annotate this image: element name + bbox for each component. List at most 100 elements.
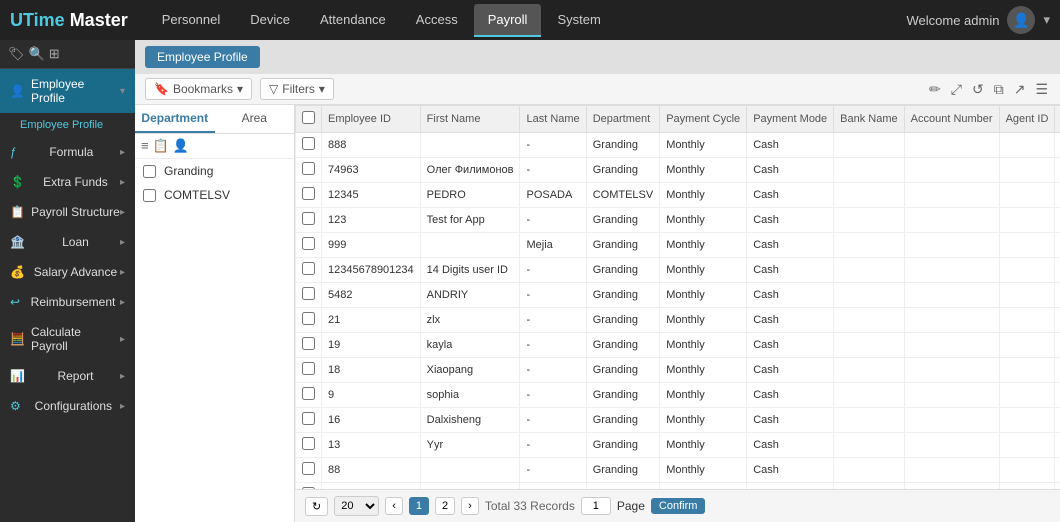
- page-jump-input[interactable]: [581, 497, 611, 515]
- row-checkbox[interactable]: [296, 358, 322, 383]
- row-employee-id[interactable]: 888: [322, 133, 421, 158]
- sidebar-item-salary-advance[interactable]: 💰 Salary Advance ▸: [0, 257, 135, 287]
- welcome-text: Welcome admin: [907, 13, 1000, 28]
- sidebar-salary-advance-arrow: ▸: [120, 267, 125, 278]
- row-checkbox[interactable]: [296, 308, 322, 333]
- dropdown-arrow-icon[interactable]: ▾: [1043, 12, 1050, 28]
- confirm-btn[interactable]: Confirm: [651, 498, 706, 514]
- prev-page-btn[interactable]: ‹: [385, 497, 403, 515]
- row-checkbox[interactable]: [296, 333, 322, 358]
- select-all-checkbox[interactable]: [302, 111, 315, 124]
- panel-area: Department Area ≡ 📋 👤 Granding COMTELSV: [135, 105, 1060, 522]
- row-employee-id[interactable]: 12345678901234: [322, 258, 421, 283]
- row-checkbox[interactable]: [296, 433, 322, 458]
- row-mode: Cash: [747, 158, 834, 183]
- row-checkbox[interactable]: [296, 158, 322, 183]
- row-checkbox[interactable]: [296, 383, 322, 408]
- sidebar-item-extra-funds[interactable]: 💲 Extra Funds ▸: [0, 167, 135, 197]
- sidebar-loan-arrow: ▸: [120, 237, 125, 248]
- row-employee-id[interactable]: 999: [322, 233, 421, 258]
- sidebar-sub-employee-profile[interactable]: Employee Profile: [0, 113, 135, 137]
- dept-granding-checkbox[interactable]: [143, 165, 156, 178]
- table-row: 9 sophia - Granding Monthly Cash ✎: [296, 383, 1060, 408]
- dept-granding[interactable]: Granding: [135, 159, 294, 183]
- user-avatar[interactable]: 👤: [1007, 6, 1035, 34]
- dept-comtelsv-checkbox[interactable]: [143, 189, 156, 202]
- sidebar-item-report[interactable]: 📊 Report ▸: [0, 361, 135, 391]
- refresh-pagination-btn[interactable]: ↻: [305, 497, 328, 516]
- tab-department[interactable]: Department: [135, 105, 215, 133]
- row-employee-id[interactable]: 5482: [322, 283, 421, 308]
- table-row: 999 Mejia Granding Monthly Cash ✎: [296, 233, 1060, 258]
- list-icon[interactable]: ≡: [141, 138, 149, 154]
- sidebar-item-formula[interactable]: ƒ Formula ▸: [0, 137, 135, 167]
- table-row: 74963 Олег Филимонов - Granding Monthly …: [296, 158, 1060, 183]
- tab-area[interactable]: Area: [215, 105, 295, 133]
- row-checkbox[interactable]: [296, 133, 322, 158]
- page-1-btn[interactable]: 1: [409, 497, 429, 515]
- sidebar-item-employee-profile[interactable]: 👤 Employee Profile ▾: [0, 69, 135, 113]
- sidebar-item-configurations[interactable]: ⚙ Configurations ▸: [0, 391, 135, 421]
- search-icon[interactable]: 🔍: [29, 46, 45, 62]
- sidebar-extra-funds-arrow: ▸: [120, 177, 125, 188]
- row-cycle: Monthly: [660, 333, 747, 358]
- tag-icon[interactable]: 🏷: [8, 46, 25, 62]
- row-checkbox[interactable]: [296, 183, 322, 208]
- sidebar-item-calculate-payroll[interactable]: 🧮 Calculate Payroll ▸: [0, 317, 135, 361]
- sidebar: 🏷 🔍 ⊞ 👤 Employee Profile ▾ Employee Prof…: [0, 40, 135, 522]
- row-agent-id: [999, 408, 1055, 433]
- table-row: 16 Dalxisheng - Granding Monthly Cash ✎: [296, 408, 1060, 433]
- refresh-toolbar-icon[interactable]: ↺: [970, 79, 986, 100]
- nav-attendance[interactable]: Attendance: [306, 4, 400, 37]
- per-page-select[interactable]: 20 50 100: [334, 496, 379, 516]
- next-page-btn[interactable]: ›: [461, 497, 479, 515]
- row-employee-id[interactable]: 21: [322, 308, 421, 333]
- row-employee-id[interactable]: 19: [322, 333, 421, 358]
- row-checkbox[interactable]: [296, 283, 322, 308]
- tab-employee-profile[interactable]: Employee Profile: [145, 46, 260, 68]
- row-employee-id[interactable]: 88: [322, 458, 421, 483]
- edit-toolbar-icon[interactable]: ✏: [927, 79, 943, 100]
- export-toolbar-icon[interactable]: ↗: [1012, 79, 1028, 100]
- grid-panel-icon[interactable]: 📋: [153, 138, 169, 154]
- filters-button[interactable]: ▽ Filters ▾: [260, 78, 334, 100]
- row-employee-id[interactable]: 123: [322, 208, 421, 233]
- row-checkbox[interactable]: [296, 258, 322, 283]
- row-employee-id[interactable]: 9: [322, 383, 421, 408]
- row-agent-account: [1055, 433, 1060, 458]
- nav-personnel[interactable]: Personnel: [148, 4, 235, 37]
- row-last-name: -: [520, 258, 586, 283]
- sidebar-item-reimbursement[interactable]: ↩ Reimbursement ▸: [0, 287, 135, 317]
- loan-icon: 🏦: [10, 235, 25, 249]
- sidebar-item-payroll-structure[interactable]: 📋 Payroll Structure ▸: [0, 197, 135, 227]
- duplicate-toolbar-icon[interactable]: ⧉: [992, 79, 1006, 100]
- nav-device[interactable]: Device: [236, 4, 304, 37]
- bookmarks-button[interactable]: 🔖 Bookmarks ▾: [145, 78, 252, 100]
- sidebar-item-loan[interactable]: 🏦 Loan ▸: [0, 227, 135, 257]
- dept-comtelsv[interactable]: COMTELSV: [135, 183, 294, 207]
- nav-access[interactable]: Access: [402, 4, 472, 37]
- nav-payroll[interactable]: Payroll: [474, 4, 542, 37]
- grid-icon[interactable]: ⊞: [49, 46, 60, 62]
- menu-toolbar-icon[interactable]: ☰: [1033, 79, 1050, 100]
- sidebar-formula-arrow: ▸: [120, 147, 125, 158]
- row-checkbox[interactable]: [296, 458, 322, 483]
- row-bank: [834, 208, 904, 233]
- expand-toolbar-icon[interactable]: ⤢: [949, 79, 964, 100]
- row-employee-id[interactable]: 18: [322, 358, 421, 383]
- row-employee-id[interactable]: 74963: [322, 158, 421, 183]
- row-mode: Cash: [747, 308, 834, 333]
- nav-system[interactable]: System: [543, 4, 614, 37]
- row-checkbox[interactable]: [296, 233, 322, 258]
- page-2-btn[interactable]: 2: [435, 497, 455, 515]
- reimbursement-icon: ↩: [10, 295, 20, 309]
- payroll-structure-icon: 📋: [10, 205, 25, 219]
- row-employee-id[interactable]: 12345: [322, 183, 421, 208]
- row-checkbox[interactable]: [296, 208, 322, 233]
- row-employee-id[interactable]: 16: [322, 408, 421, 433]
- row-checkbox[interactable]: [296, 408, 322, 433]
- person-icon[interactable]: 👤: [173, 138, 189, 154]
- row-agent-id: [999, 383, 1055, 408]
- row-employee-id[interactable]: 13: [322, 433, 421, 458]
- row-mode: Cash: [747, 208, 834, 233]
